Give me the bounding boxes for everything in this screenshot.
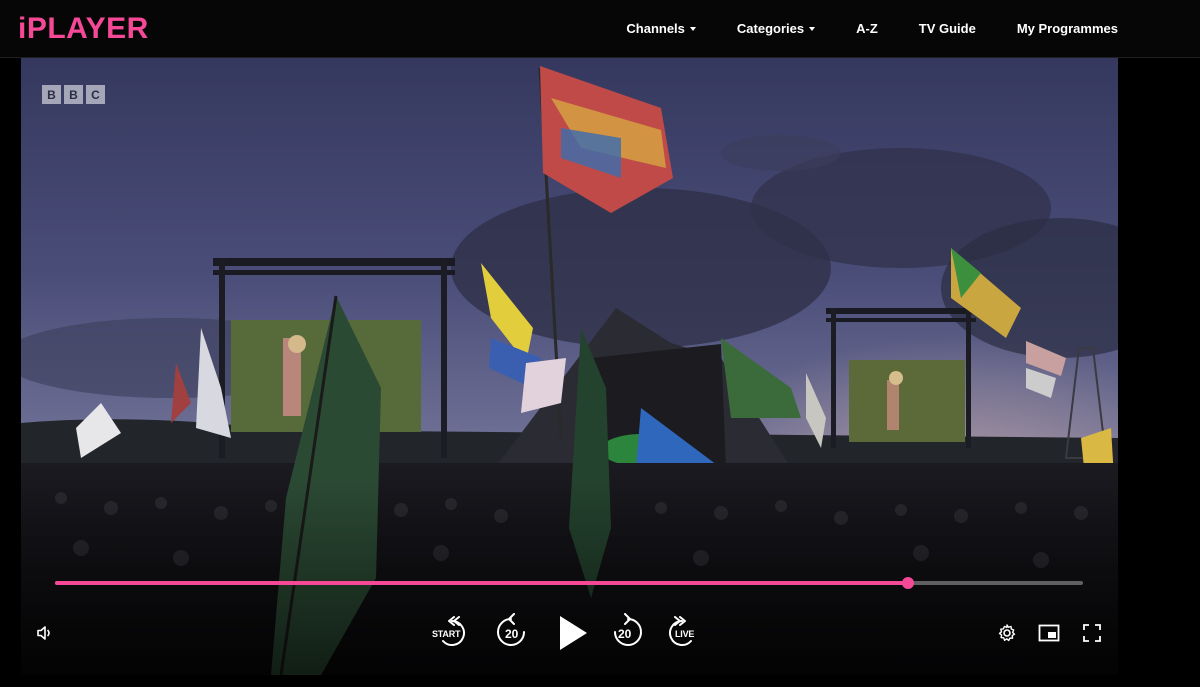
rewind-20-button[interactable]: 20 bbox=[495, 613, 531, 651]
caret-down-icon bbox=[689, 26, 696, 31]
nav-categories[interactable]: Categories bbox=[736, 21, 816, 36]
nav-tv-guide[interactable]: TV Guide bbox=[919, 21, 976, 36]
volume-icon bbox=[37, 626, 50, 640]
skip-to-start-button[interactable]: START bbox=[429, 615, 471, 651]
play-icon bbox=[560, 616, 587, 650]
live-label: LIVE bbox=[675, 629, 695, 639]
nav-my-programmes[interactable]: My Programmes bbox=[1017, 21, 1118, 36]
forward-seconds-label: 20 bbox=[618, 627, 632, 641]
skip-to-live-button[interactable]: LIVE bbox=[664, 615, 704, 651]
volume-button[interactable] bbox=[33, 621, 57, 645]
bbc-letter: B bbox=[64, 85, 83, 104]
nav-channels-label: Channels bbox=[626, 21, 685, 36]
bbc-watermark-logo: B B C bbox=[42, 85, 105, 104]
progress-bar[interactable] bbox=[55, 577, 1083, 589]
nav-tv-guide-label: TV Guide bbox=[918, 21, 976, 36]
bbc-letter: C bbox=[86, 85, 105, 104]
iplayer-logo[interactable]: iPLAYER bbox=[18, 12, 149, 46]
top-navigation-bar: iPLAYER Channels Categories A-Z TV Guide… bbox=[0, 0, 1200, 58]
caret-down-icon bbox=[809, 26, 816, 31]
progress-bar-fill bbox=[55, 581, 909, 585]
picture-in-picture-icon bbox=[1038, 624, 1060, 642]
nav-channels[interactable]: Channels bbox=[626, 21, 696, 36]
nav-a-z-label: A-Z bbox=[856, 21, 878, 36]
nav-categories-label: Categories bbox=[736, 21, 805, 36]
nav-my-programmes-label: My Programmes bbox=[1016, 21, 1118, 36]
settings-button[interactable] bbox=[996, 622, 1018, 644]
forward-20-button[interactable]: 20 bbox=[608, 613, 644, 651]
start-label: START bbox=[432, 629, 461, 639]
video-player[interactable]: B B C START 20 20 LIVE bbox=[21, 58, 1118, 675]
gear-icon bbox=[998, 624, 1016, 642]
nav-a-z[interactable]: A-Z bbox=[856, 21, 878, 36]
picture-in-picture-button[interactable] bbox=[1038, 622, 1060, 644]
main-nav: Channels Categories A-Z TV Guide My Prog… bbox=[585, 0, 1118, 57]
fullscreen-icon bbox=[1083, 624, 1101, 642]
bbc-letter: B bbox=[42, 85, 61, 104]
play-button[interactable] bbox=[554, 613, 592, 653]
rewind-seconds-label: 20 bbox=[505, 627, 519, 641]
fullscreen-button[interactable] bbox=[1081, 622, 1103, 644]
